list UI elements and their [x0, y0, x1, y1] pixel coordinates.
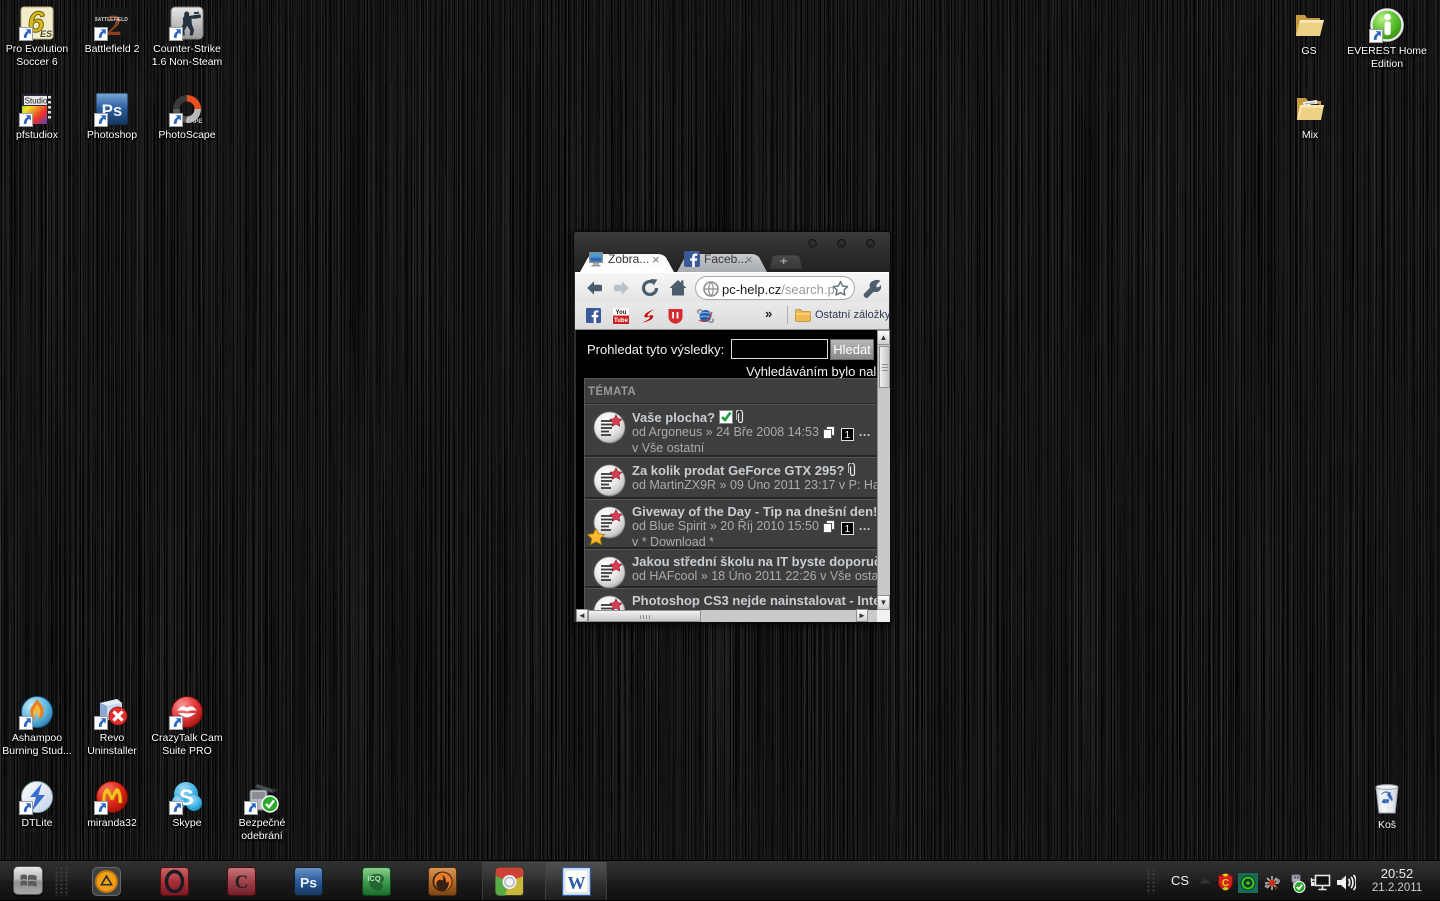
- svg-text:2: 2: [107, 9, 122, 40]
- svg-text:W: W: [568, 873, 586, 893]
- svg-text:Tube: Tube: [614, 318, 629, 324]
- svg-text:C: C: [235, 872, 249, 893]
- svg-text:BATTLEFIELD: BATTLEFIELD: [95, 17, 128, 23]
- svg-text:Ps: Ps: [300, 875, 317, 891]
- svg-text:ES: ES: [40, 29, 52, 39]
- svg-text:CAPE: CAPE: [186, 119, 203, 125]
- svg-text:ICQ: ICQ: [367, 874, 381, 883]
- svg-text:You: You: [616, 310, 627, 316]
- svg-text:Studio: Studio: [25, 97, 48, 106]
